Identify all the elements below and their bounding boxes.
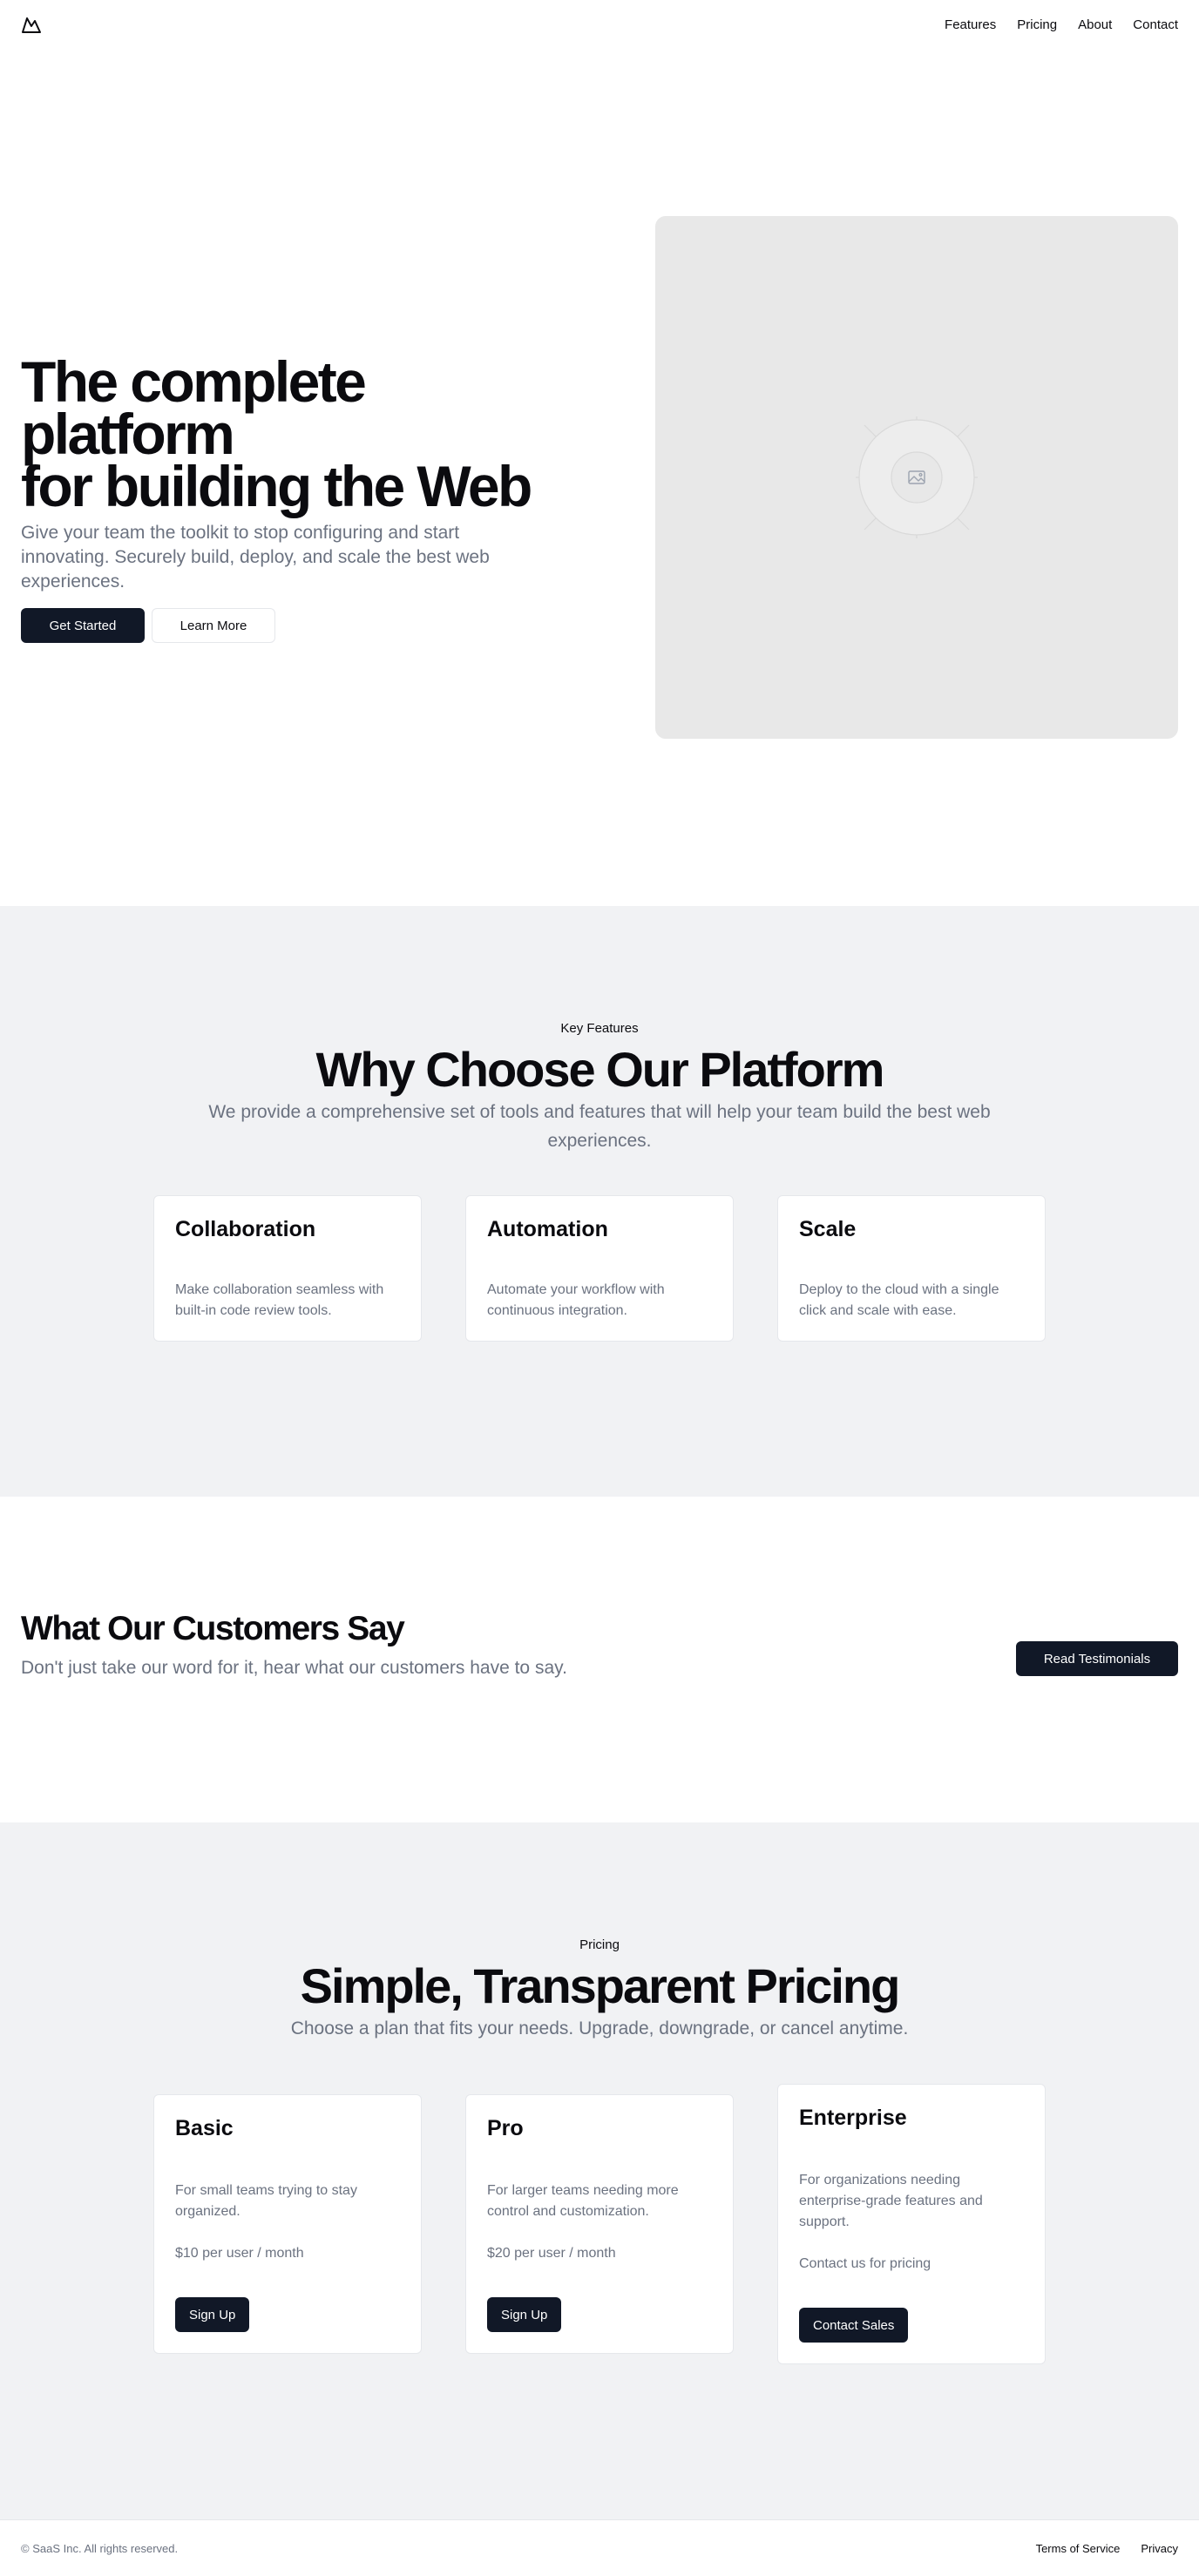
plan-description: For larger teams needing more control an… <box>487 2183 679 2219</box>
read-testimonials-button[interactable]: Read Testimonials <box>1016 1641 1178 1676</box>
pricing-card-pro: Pro For larger teams needing more contro… <box>465 2094 734 2354</box>
footer-copyright: © SaaS Inc. All rights reserved. <box>21 2541 179 2555</box>
hero-image-placeholder <box>655 216 1178 739</box>
hero-content: The complete platform for building the W… <box>21 353 579 643</box>
plan-price: $20 per user / month <box>487 2246 616 2261</box>
contact-sales-button[interactable]: Contact Sales <box>799 2308 909 2343</box>
nav-pricing-link[interactable]: Pricing <box>1017 17 1057 32</box>
pricing-section: Pricing Simple, Transparent Pricing Choo… <box>0 1822 1199 2519</box>
feature-card-scale: Scale Deploy to the cloud with a single … <box>777 1195 1046 1342</box>
testimonials-subtitle: Don't just take our word for it, hear wh… <box>21 1658 567 1678</box>
feature-card-collaboration: Collaboration Make collaboration seamles… <box>153 1195 422 1342</box>
plan-description: For organizations needing enterprise-gra… <box>799 2173 983 2229</box>
privacy-link[interactable]: Privacy <box>1141 2542 1178 2555</box>
pro-sign-up-button[interactable]: Sign Up <box>487 2297 562 2332</box>
terms-of-service-link[interactable]: Terms of Service <box>1036 2542 1121 2555</box>
hero-subtitle: Give your team the toolkit to stop confi… <box>21 523 490 592</box>
pricing-card-basic: Basic For small teams trying to stay org… <box>153 2094 422 2354</box>
testimonials-section: What Our Customers Say Don't just take o… <box>0 1497 1199 1822</box>
features-subtitle: We provide a comprehensive set of tools … <box>208 1102 991 1151</box>
features-section: Key Features Why Choose Our Platform We … <box>0 906 1199 1497</box>
learn-more-button[interactable]: Learn More <box>152 608 275 643</box>
nav-contact-link[interactable]: Contact <box>1133 17 1178 32</box>
plan-name: Basic <box>175 2116 234 2140</box>
main-nav: Features Pricing About Contact <box>945 17 1178 32</box>
hero-title-line-1: The complete platform <box>21 349 367 466</box>
hero-buttons: Get Started Learn More <box>21 608 579 643</box>
site-header: Features Pricing About Contact <box>0 0 1199 49</box>
hero-title: The complete platform for building the W… <box>21 353 579 515</box>
basic-sign-up-button[interactable]: Sign Up <box>175 2297 250 2332</box>
pricing-card-enterprise: Enterprise For organizations needing ent… <box>777 2084 1046 2364</box>
hero-title-line-2: for building the Web <box>21 454 532 518</box>
footer-links: Terms of Service Privacy <box>1036 2542 1178 2555</box>
feature-card-title: Scale <box>799 1217 857 1241</box>
testimonials-title: What Our Customers Say <box>21 1610 405 1647</box>
hero-section: The complete platform for building the W… <box>0 49 1199 906</box>
feature-card-title: Collaboration <box>175 1217 316 1241</box>
plan-price: Contact us for pricing <box>799 2256 931 2271</box>
feature-card-description: Automate your workflow with continuous i… <box>487 1282 665 1318</box>
pricing-eyebrow: Pricing <box>579 1937 620 1952</box>
get-started-button[interactable]: Get Started <box>21 608 145 643</box>
features-title: Why Choose Our Platform <box>315 1042 885 1097</box>
feature-card-description: Make collaboration seamless with built-i… <box>175 1282 384 1318</box>
features-eyebrow: Key Features <box>560 1021 639 1036</box>
feature-card-title: Automation <box>487 1217 608 1241</box>
mountain-logo-icon[interactable] <box>21 14 42 35</box>
nav-about-link[interactable]: About <box>1078 17 1112 32</box>
plan-price: $10 per user / month <box>175 2246 304 2261</box>
site-footer: © SaaS Inc. All rights reserved. Terms o… <box>0 2519 1199 2576</box>
feature-card-description: Deploy to the cloud with a single click … <box>799 1282 999 1318</box>
plan-description: For small teams trying to stay organized… <box>175 2183 357 2219</box>
pricing-subtitle: Choose a plan that fits your needs. Upgr… <box>290 2018 909 2038</box>
nav-features-link[interactable]: Features <box>945 17 996 32</box>
image-placeholder-icon <box>856 416 978 538</box>
feature-card-automation: Automation Automate your workflow with c… <box>465 1195 734 1342</box>
plan-name: Enterprise <box>799 2106 907 2130</box>
pricing-title: Simple, Transparent Pricing <box>300 1958 901 2013</box>
plan-name: Pro <box>487 2116 524 2140</box>
